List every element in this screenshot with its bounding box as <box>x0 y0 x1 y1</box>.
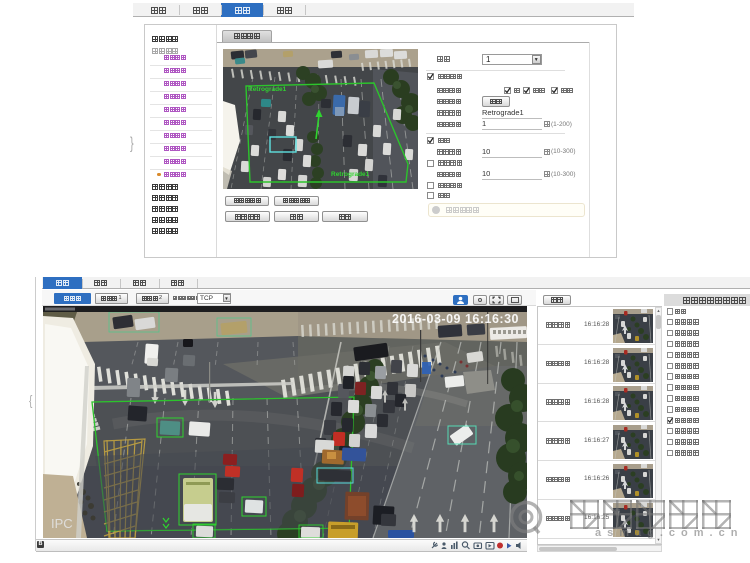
svg-text:2016-03-09 16:16:30: 2016-03-09 16:16:30 <box>392 312 519 326</box>
svg-text:IPC: IPC <box>51 516 73 531</box>
svg-text:Retrograde1: Retrograde1 <box>248 86 287 93</box>
svg-text:Retrograde1: Retrograde1 <box>331 171 370 178</box>
